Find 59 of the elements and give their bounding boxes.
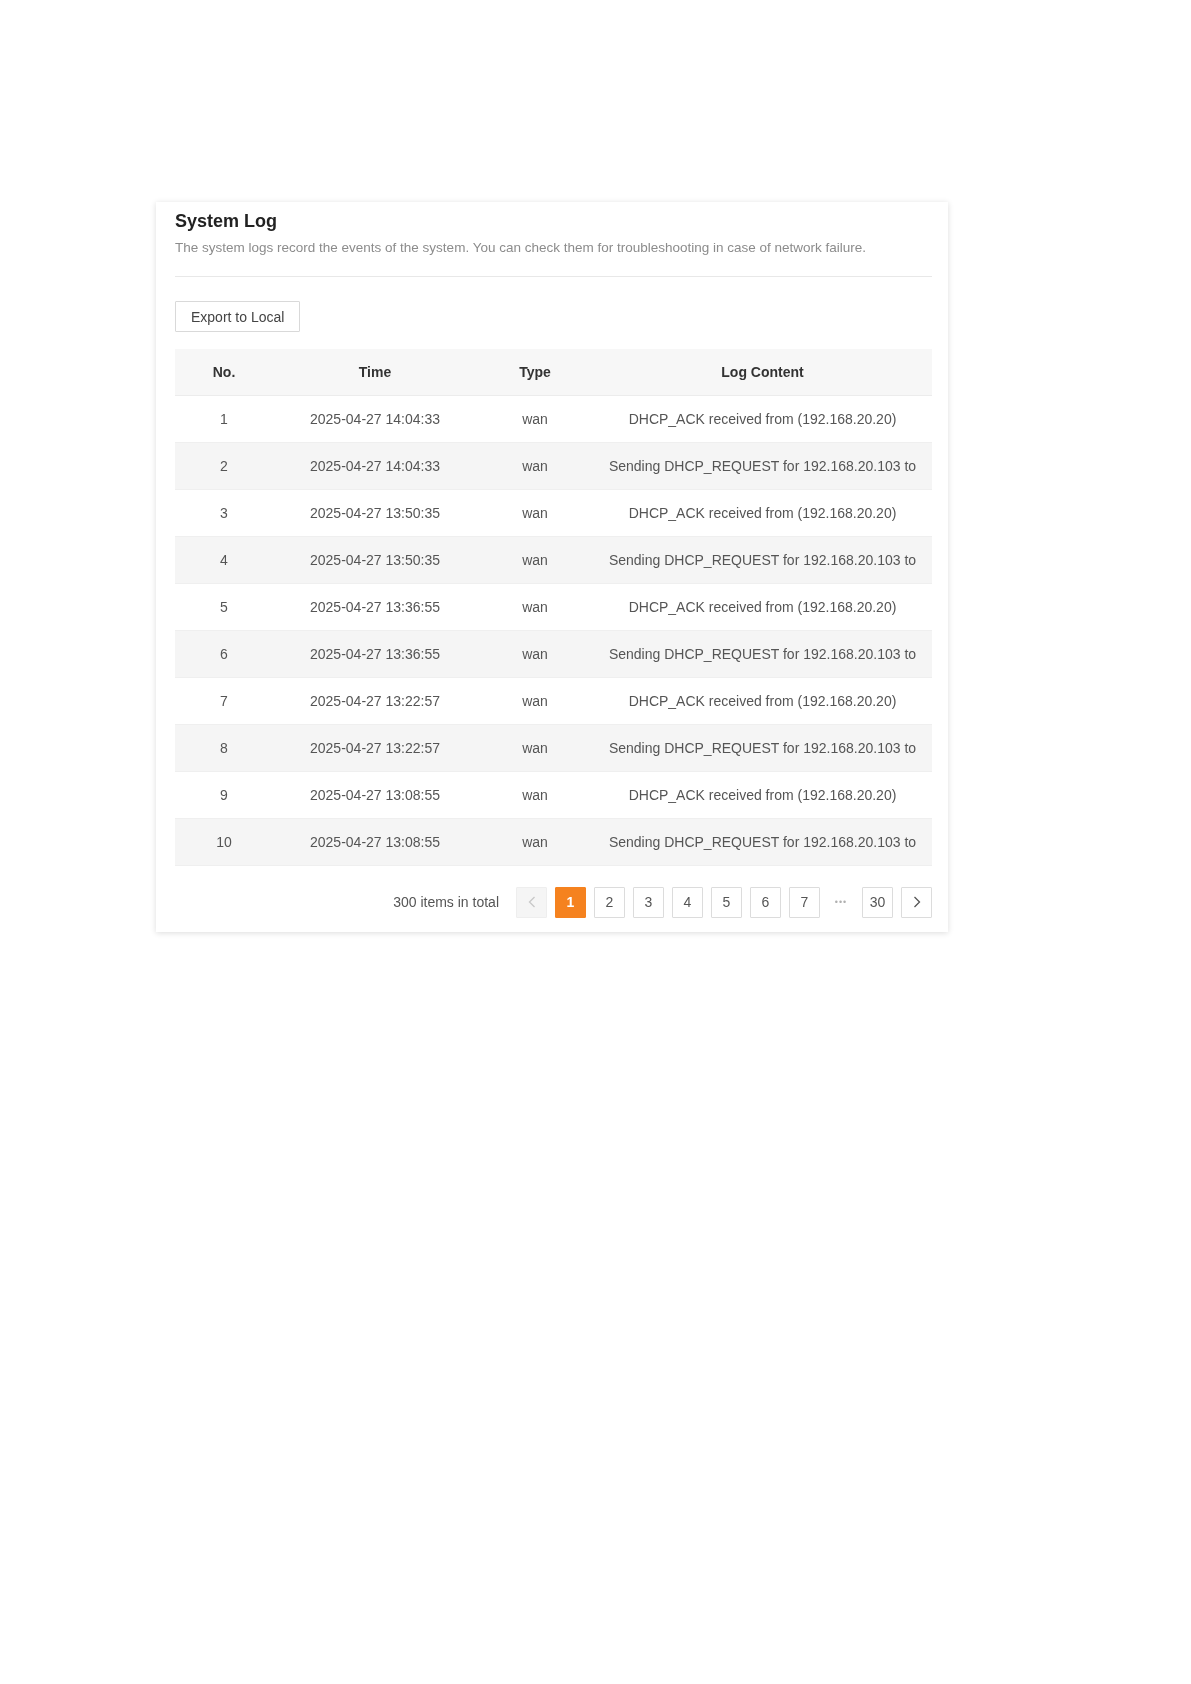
total-count: 300 items in total <box>393 894 499 910</box>
table-cell: wan <box>477 536 593 583</box>
page-button[interactable]: 4 <box>672 886 703 918</box>
table-cell: 2025-04-27 13:22:57 <box>273 677 477 724</box>
column-header: Log Content <box>593 349 932 395</box>
table-cell: 8 <box>175 724 273 771</box>
table-cell: 7 <box>175 677 273 724</box>
table-cell: Sending DHCP_REQUEST for 192.168.20.103 to <box>593 724 932 771</box>
chevron-left-icon <box>527 896 536 908</box>
chevron-right-icon <box>912 896 921 908</box>
page-button[interactable]: 5 <box>711 886 742 918</box>
page-button[interactable]: 30 <box>862 886 893 918</box>
table-cell: Sending DHCP_REQUEST for 192.168.20.103 to <box>593 818 932 865</box>
table-cell: 9 <box>175 771 273 818</box>
table-cell: wan <box>477 442 593 489</box>
table-cell: 2025-04-27 13:22:57 <box>273 724 477 771</box>
column-header: No. <box>175 349 273 395</box>
table-cell: DHCP_ACK received from (192.168.20.20) <box>593 583 932 630</box>
column-header: Type <box>477 349 593 395</box>
table-cell: 2025-04-27 14:04:33 <box>273 395 477 442</box>
table-cell: Sending DHCP_REQUEST for 192.168.20.103 to <box>593 536 932 583</box>
page-button[interactable]: 3 <box>633 886 664 918</box>
table-cell: wan <box>477 630 593 677</box>
table-cell: 2025-04-27 13:50:35 <box>273 536 477 583</box>
next-page-button[interactable] <box>901 886 932 918</box>
table-cell: DHCP_ACK received from (192.168.20.20) <box>593 677 932 724</box>
table-cell: 6 <box>175 630 273 677</box>
table-cell: 2025-04-27 13:50:35 <box>273 489 477 536</box>
table-cell: wan <box>477 583 593 630</box>
table-cell: Sending DHCP_REQUEST for 192.168.20.103 to <box>593 442 932 489</box>
page-title: System Log <box>175 210 278 232</box>
table-cell: DHCP_ACK received from (192.168.20.20) <box>593 771 932 818</box>
table-cell: 3 <box>175 489 273 536</box>
table-cell: 1 <box>175 395 273 442</box>
table-cell: DHCP_ACK received from (192.168.20.20) <box>593 489 932 536</box>
table-cell: 2025-04-27 14:04:33 <box>273 442 477 489</box>
table-cell: 2025-04-27 13:08:55 <box>273 818 477 865</box>
table-cell: 2025-04-27 13:08:55 <box>273 771 477 818</box>
page-button[interactable]: 2 <box>594 886 625 918</box>
table-cell: 4 <box>175 536 273 583</box>
page-button[interactable]: 6 <box>750 886 781 918</box>
column-header: Time <box>273 349 477 395</box>
ellipsis-text: ••• <box>833 897 849 907</box>
table-cell: DHCP_ACK received from (192.168.20.20) <box>593 395 932 442</box>
table-cell: 2025-04-27 13:36:55 <box>273 583 477 630</box>
table-cell: wan <box>477 489 593 536</box>
table-cell: wan <box>477 724 593 771</box>
table-cell: 10 <box>175 818 273 865</box>
page-description: The system logs record the events of the system. You can check them for troubleshooting in case of network failure. <box>175 239 867 257</box>
table-cell: wan <box>477 395 593 442</box>
table-cell: wan <box>477 818 593 865</box>
table-cell: wan <box>477 677 593 724</box>
page-button[interactable]: 7 <box>789 886 820 918</box>
table-cell: Sending DHCP_REQUEST for 192.168.20.103 to <box>593 630 932 677</box>
table-cell: 2 <box>175 442 273 489</box>
table-cell: wan <box>477 771 593 818</box>
table-cell: 5 <box>175 583 273 630</box>
export-button[interactable]: Export to Local <box>175 301 301 332</box>
table-cell: 2025-04-27 13:36:55 <box>273 630 477 677</box>
